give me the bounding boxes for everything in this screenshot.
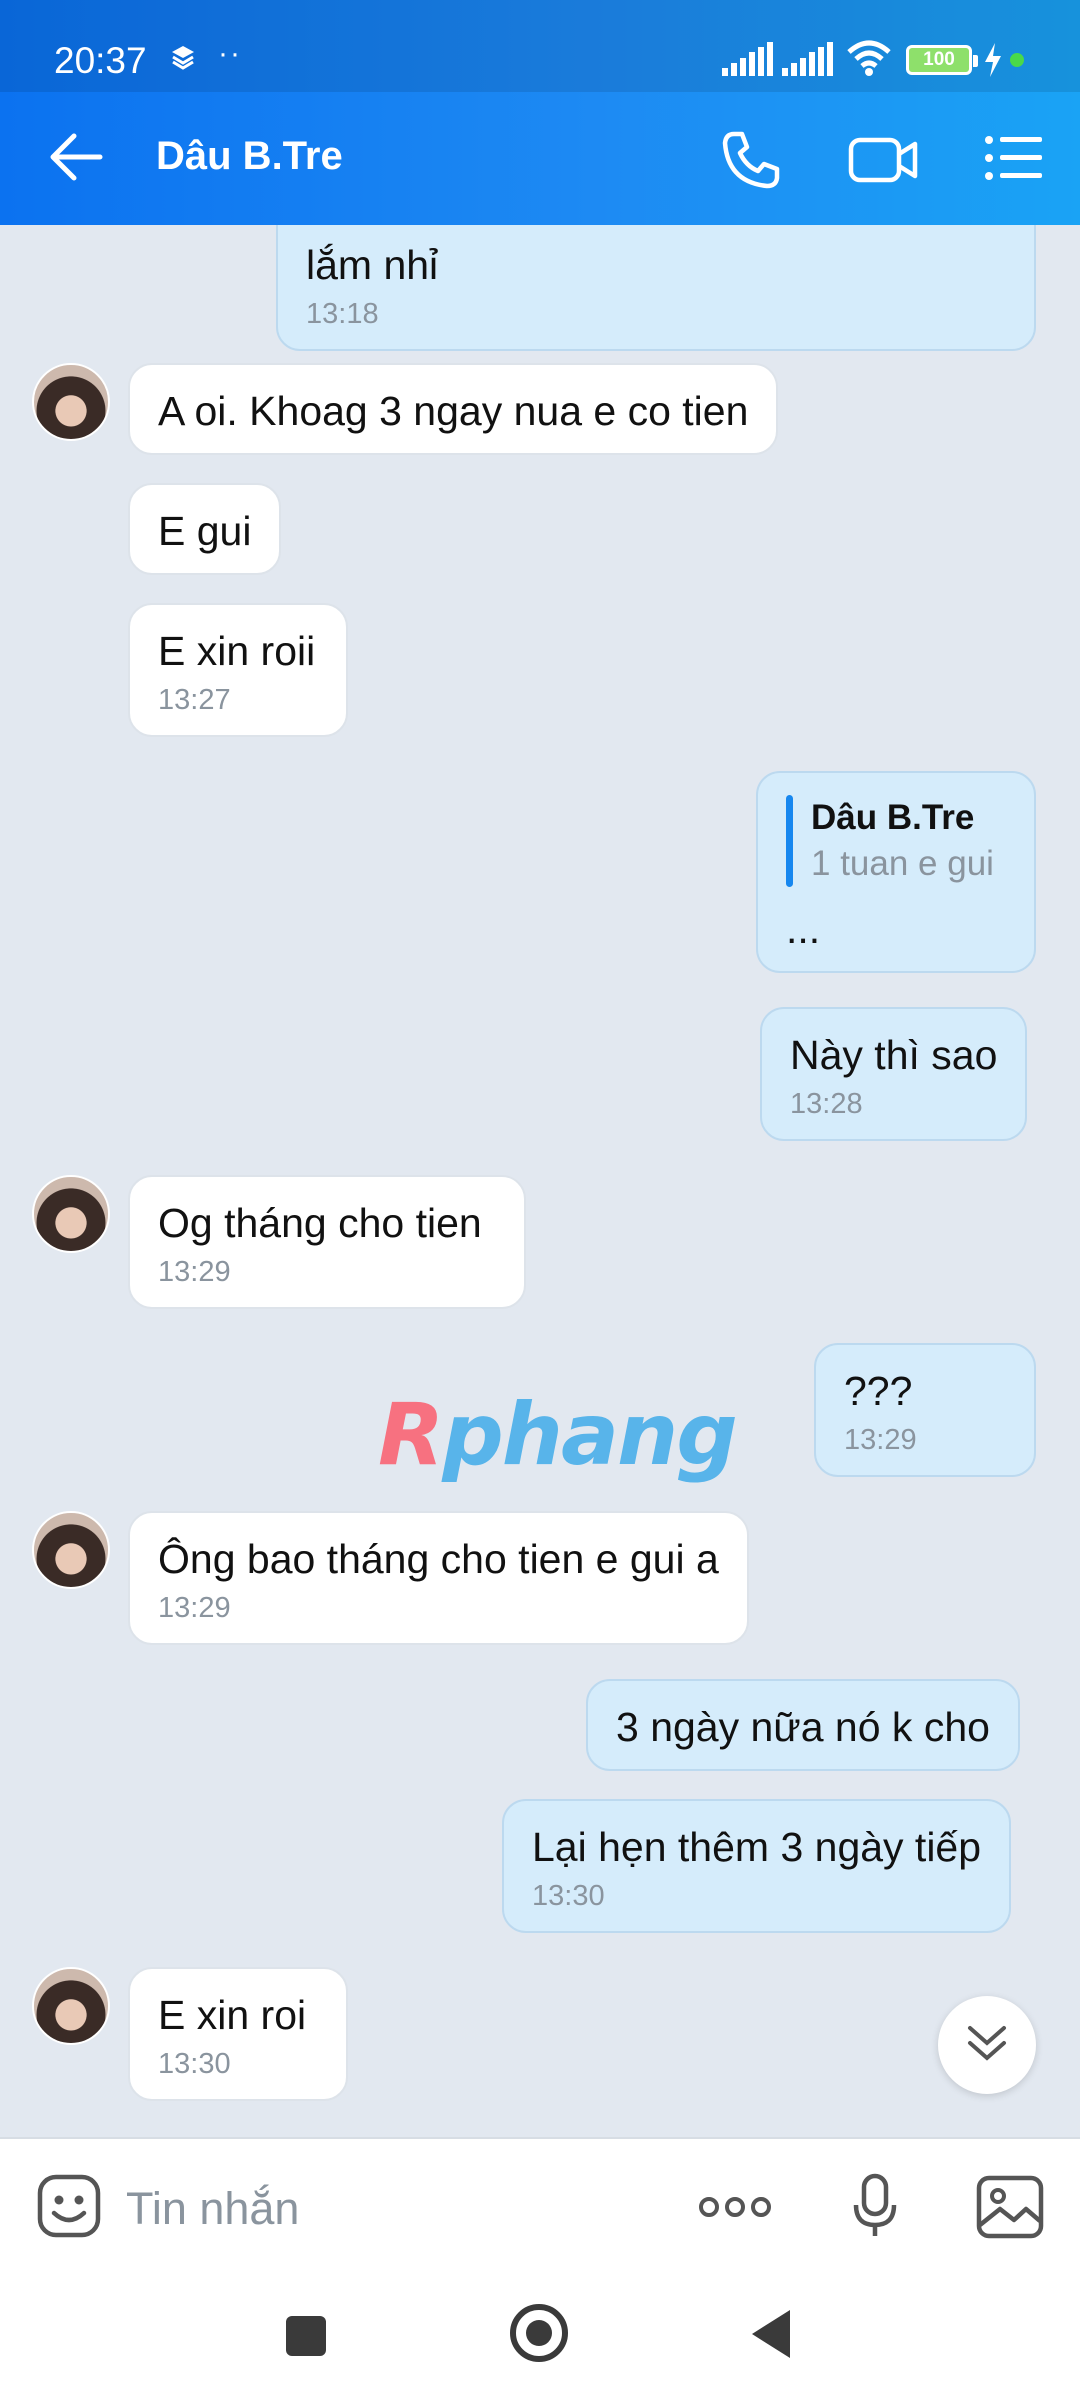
message-text: Lại hẹn thêm 3 ngày tiếp bbox=[532, 1824, 982, 1870]
message-incoming[interactable]: A oi. Khoag 3 ngay nua e co tien bbox=[128, 363, 779, 455]
charging-icon bbox=[983, 43, 1003, 82]
message-text: E xin roii bbox=[158, 628, 316, 674]
message-incoming[interactable]: E gui bbox=[128, 483, 282, 575]
watermark-lead: R bbox=[378, 1385, 444, 1485]
composer-bar: Tin nhắn bbox=[0, 2137, 1080, 2272]
message-incoming[interactable]: Ông bao tháng cho tien e gui a 13:29 bbox=[128, 1511, 749, 1645]
message-outgoing-reply[interactable]: Dâu B.Tre 1 tuan e gui ... bbox=[756, 771, 1036, 973]
message-time: 13:29 bbox=[158, 1256, 231, 1288]
microphone-icon[interactable] bbox=[852, 2173, 898, 2244]
avatar[interactable] bbox=[32, 1175, 110, 1253]
message-incoming[interactable]: E xin roi 13:30 bbox=[128, 1967, 348, 2101]
message-list[interactable]: lắm nhỉ 13:18 A oi. Khoag 3 ngay nua e c… bbox=[0, 225, 1080, 2137]
sticker-icon[interactable] bbox=[36, 2173, 102, 2244]
scroll-to-bottom-button[interactable] bbox=[938, 1996, 1036, 2094]
layers-icon bbox=[170, 44, 196, 75]
message-time: 13:29 bbox=[844, 1424, 917, 1456]
message-incoming[interactable]: E xin roii 13:27 bbox=[128, 603, 348, 737]
message-text: Og tháng cho tien bbox=[158, 1200, 482, 1246]
chat-header: Dâu B.Tre bbox=[0, 92, 1080, 225]
watermark-logo: Rphang bbox=[378, 1385, 738, 1485]
notification-dots: ·· bbox=[218, 37, 242, 70]
message-text: Này thì sao bbox=[790, 1032, 998, 1078]
quoted-sender: Dâu B.Tre bbox=[811, 798, 975, 837]
status-time: 20:37 bbox=[54, 40, 147, 81]
battery-icon: 100 bbox=[906, 45, 978, 75]
camera-indicator-dot bbox=[1010, 53, 1024, 67]
quoted-reply[interactable]: Dâu B.Tre 1 tuan e gui bbox=[786, 795, 1006, 887]
video-camera-icon[interactable] bbox=[848, 134, 918, 191]
double-chevron-down-icon bbox=[966, 2023, 1008, 2068]
recent-apps-button[interactable] bbox=[286, 2316, 326, 2356]
home-button[interactable] bbox=[510, 2304, 568, 2362]
signal-icon bbox=[782, 42, 834, 81]
more-dots-icon[interactable] bbox=[698, 2195, 772, 2224]
message-time: 13:27 bbox=[158, 684, 231, 716]
signal-icon bbox=[722, 42, 774, 81]
phone-icon[interactable] bbox=[720, 130, 782, 195]
avatar[interactable] bbox=[32, 1511, 110, 1589]
battery-level: 100 bbox=[923, 49, 955, 70]
message-outgoing[interactable]: Này thì sao 13:28 bbox=[760, 1007, 1028, 1141]
system-back-button[interactable] bbox=[752, 2310, 790, 2358]
avatar[interactable] bbox=[32, 1967, 110, 2045]
message-text: Ông bao tháng cho tien e gui a bbox=[158, 1536, 719, 1582]
avatar[interactable] bbox=[32, 363, 110, 441]
message-text: ... bbox=[786, 906, 821, 952]
message-outgoing[interactable]: lắm nhỉ 13:18 bbox=[276, 225, 1036, 351]
message-time: 13:28 bbox=[790, 1088, 863, 1120]
message-input[interactable]: Tin nhắn bbox=[126, 2183, 299, 2235]
message-time: 13:18 bbox=[306, 298, 379, 330]
quoted-text: 1 tuan e gui bbox=[811, 844, 994, 883]
message-text: lắm nhỉ bbox=[306, 242, 439, 288]
contact-name[interactable]: Dâu B.Tre bbox=[156, 134, 343, 179]
system-navigation-bar bbox=[0, 2272, 1080, 2400]
message-time: 13:30 bbox=[532, 1880, 605, 1912]
message-text: E gui bbox=[158, 508, 252, 554]
status-bar: 20:37 ·· 100 bbox=[0, 0, 1080, 92]
list-menu-icon[interactable] bbox=[984, 134, 1044, 187]
message-time: 13:30 bbox=[158, 2048, 231, 2080]
message-outgoing[interactable]: 3 ngày nữa nó k cho bbox=[586, 1679, 1020, 1771]
message-text: A oi. Khoag 3 ngay nua e co tien bbox=[158, 388, 749, 434]
watermark-rest: phang bbox=[442, 1385, 738, 1485]
back-arrow-icon[interactable] bbox=[48, 132, 104, 187]
message-incoming[interactable]: Og tháng cho tien 13:29 bbox=[128, 1175, 526, 1309]
message-text: ??? bbox=[844, 1368, 913, 1414]
message-text: 3 ngày nữa nó k cho bbox=[616, 1704, 990, 1750]
message-time: 13:29 bbox=[158, 1592, 231, 1624]
top-bar: 20:37 ·· 100 Dâu B.Tre bbox=[0, 0, 1080, 225]
message-outgoing[interactable]: ??? 13:29 bbox=[814, 1343, 1036, 1477]
quote-bar bbox=[786, 795, 793, 887]
message-outgoing[interactable]: Lại hẹn thêm 3 ngày tiếp 13:30 bbox=[502, 1799, 1012, 1933]
wifi-icon bbox=[846, 40, 892, 81]
message-text: E xin roi bbox=[158, 1992, 307, 2038]
image-icon[interactable] bbox=[976, 2175, 1044, 2244]
